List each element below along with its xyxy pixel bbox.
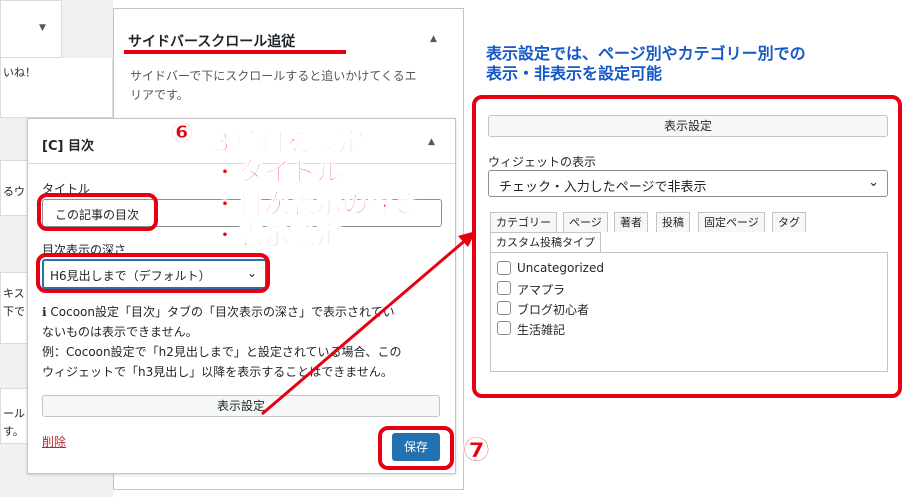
category-label: ブログ初心者 bbox=[517, 303, 590, 317]
category-label: Uncategorized bbox=[517, 261, 604, 275]
category-list: Uncategorized アマプラ ブログ初心者 生活雑記 bbox=[490, 252, 888, 372]
visibility-label: ウィジェットの表示 bbox=[488, 155, 597, 169]
tab-category[interactable]: カテゴリー bbox=[490, 212, 557, 232]
display-settings-toggle[interactable]: 表示設定 bbox=[488, 115, 888, 137]
display-settings-panel: 表示設定 ウィジェットの表示 チェック・入力したページで非表示 ⌄ カテゴリー … bbox=[472, 95, 902, 398]
tab-fixed-page[interactable]: 固定ページ bbox=[698, 212, 765, 232]
visibility-select[interactable]: チェック・入力したページで非表示 ⌄ bbox=[488, 170, 888, 197]
category-label: アマプラ bbox=[517, 283, 566, 297]
tab-author[interactable]: 著者 bbox=[614, 212, 648, 232]
tab-post[interactable]: 投稿 bbox=[656, 212, 690, 232]
visibility-select-value: チェック・入力したページで非表示 bbox=[499, 180, 707, 195]
tab-page[interactable]: ページ bbox=[563, 212, 608, 232]
tab-custom-post-type[interactable]: カスタム投稿タイプ bbox=[490, 232, 601, 252]
chevron-down-icon: ⌄ bbox=[868, 175, 879, 190]
category-label: 生活雑記 bbox=[517, 323, 566, 337]
category-checkbox[interactable] bbox=[497, 301, 511, 315]
category-checkbox[interactable] bbox=[497, 281, 511, 295]
tab-bar: カテゴリー ページ 著者 投稿 固定ページ タグ カスタム投稿タイプ bbox=[490, 212, 890, 252]
category-checkbox[interactable] bbox=[497, 321, 511, 335]
tab-tag[interactable]: タグ bbox=[772, 212, 806, 232]
category-checkbox[interactable] bbox=[497, 261, 511, 275]
